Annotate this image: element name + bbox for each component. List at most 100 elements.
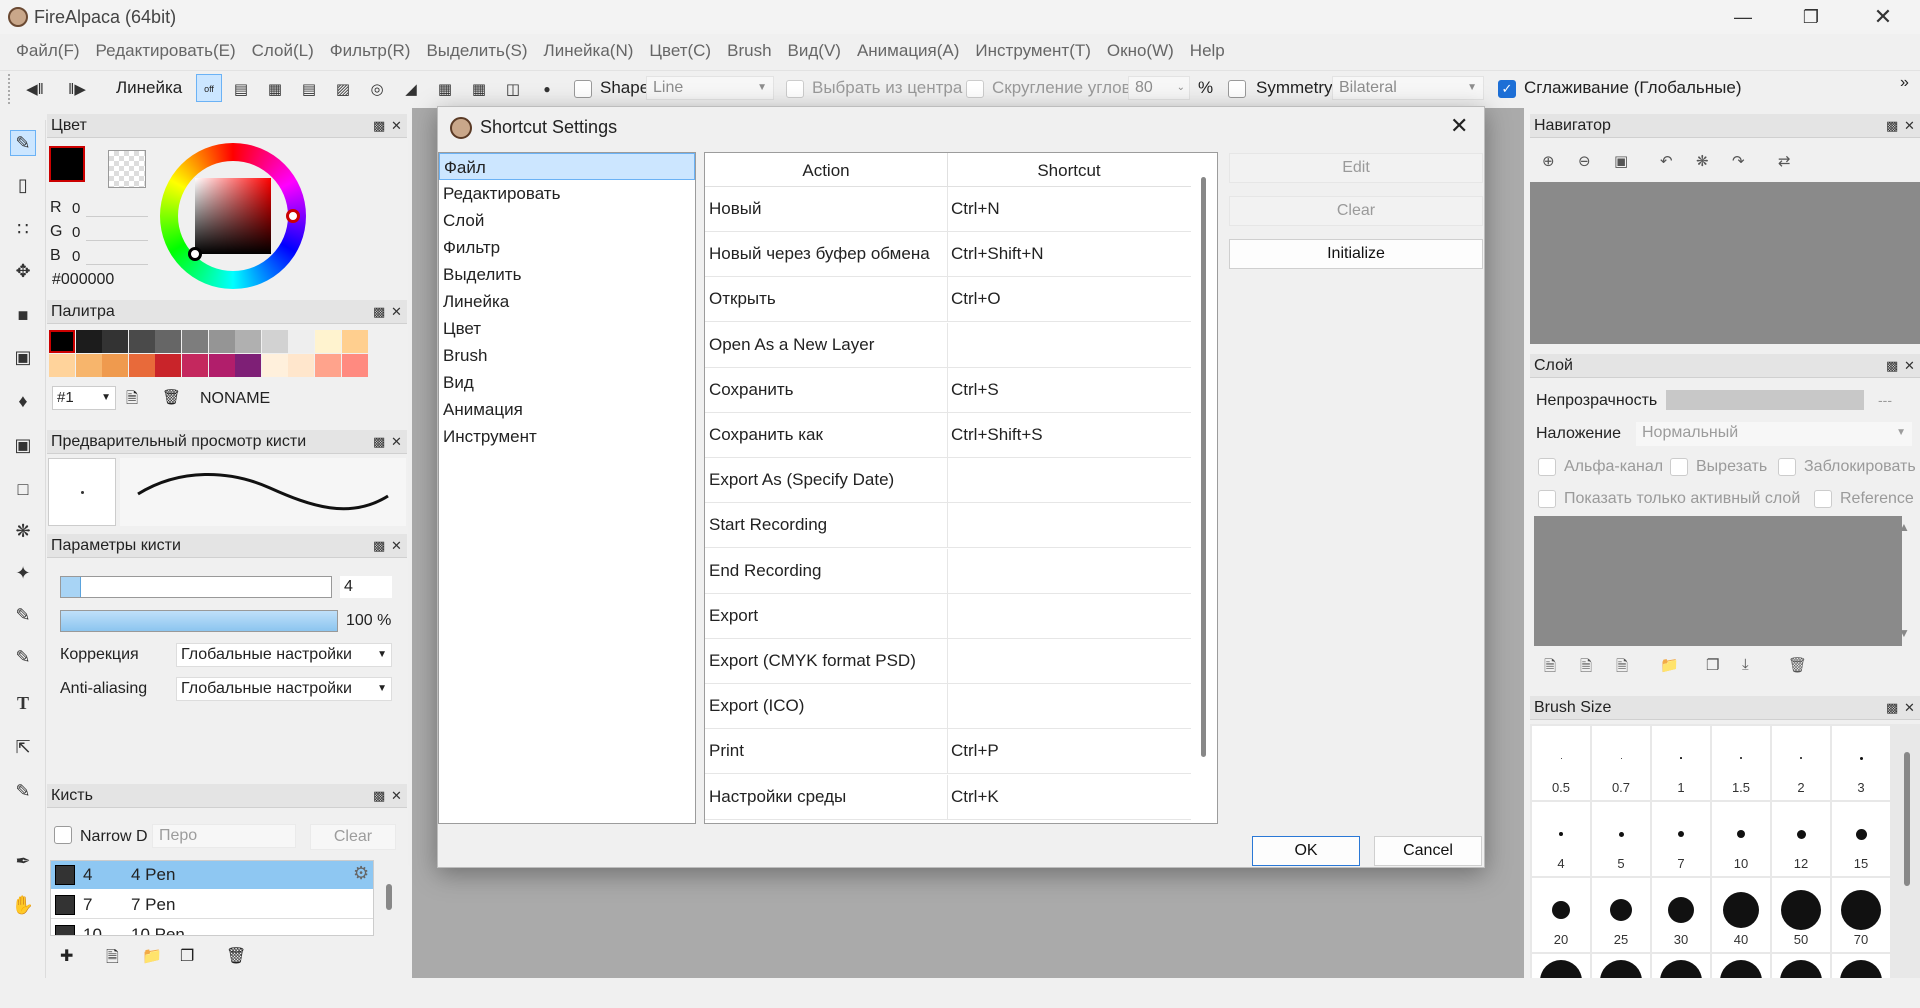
scroll-down-icon[interactable]: ▼ [1898, 626, 1910, 640]
close-icon[interactable]: ✕ [1852, 0, 1914, 34]
scroll-up-icon[interactable]: ▲ [1898, 520, 1910, 534]
redo-icon[interactable]: ‖▶ [66, 78, 88, 100]
brush-item-selected[interactable]: 4 4 Pen ⚙ [51, 861, 373, 889]
palette-swatch[interactable] [261, 330, 288, 353]
palette-swatch[interactable] [208, 354, 235, 377]
table-row[interactable]: Новый Ctrl+N [705, 187, 1191, 232]
close-panel-icon[interactable]: ✕ [391, 784, 402, 808]
symmetry-select[interactable]: Bilateral ▼ [1332, 76, 1484, 100]
palette-swatch[interactable] [288, 354, 315, 377]
brush-size-cell[interactable] [1592, 954, 1650, 978]
delete-layer-icon[interactable]: 🗑 [1788, 656, 1807, 674]
ruler-off-icon[interactable]: off [196, 74, 222, 102]
folder-icon[interactable]: 📁 [142, 946, 162, 966]
select-pen-tool-icon[interactable]: ✎ [10, 602, 36, 628]
float-icon[interactable]: ▩ [1886, 114, 1898, 138]
initialize-button[interactable]: Initialize [1229, 239, 1483, 269]
ruler-curve-icon[interactable]: ◢ [400, 78, 422, 100]
brush-item[interactable]: 10 10 Pen [51, 921, 373, 935]
palette-swatch[interactable] [128, 354, 155, 377]
palette-swatch[interactable] [235, 330, 262, 353]
palette-swatch[interactable] [75, 354, 102, 377]
select-tool-icon[interactable]: □ [10, 476, 36, 502]
table-row[interactable]: Настройки среды Ctrl+K [705, 774, 1191, 820]
brush-size-cell[interactable]: 1 [1652, 726, 1710, 800]
brush-size-cell[interactable]: 1.5 [1712, 726, 1770, 800]
magic-wand-tool-icon[interactable]: ✦ [10, 560, 36, 586]
brush-size-cell[interactable]: 20 [1532, 878, 1590, 952]
menu-filter[interactable]: Фильтр(R) [322, 38, 419, 64]
alpha-checkbox[interactable] [1538, 458, 1556, 476]
brush-search-input[interactable]: Перо [152, 824, 296, 848]
close-panel-icon[interactable]: ✕ [391, 534, 402, 558]
secondary-color-swatch[interactable] [108, 150, 146, 188]
palette-swatch[interactable] [288, 330, 315, 353]
float-icon[interactable]: ▩ [373, 534, 385, 558]
undo-icon[interactable]: ◀‖ [24, 78, 46, 100]
lasso-tool-icon[interactable]: ❋ [10, 518, 36, 544]
minimize-icon[interactable]: — [1712, 0, 1774, 34]
r-slider[interactable] [86, 216, 148, 217]
brush-size-cell[interactable]: 3 [1832, 726, 1890, 800]
table-scrollbar[interactable] [1201, 177, 1206, 757]
float-icon[interactable]: ▩ [1886, 354, 1898, 378]
bucket-tool-icon[interactable]: ♦ [10, 388, 36, 414]
delete-brush-icon[interactable]: 🗑 [226, 946, 246, 966]
column-shortcut[interactable]: Shortcut [947, 161, 1191, 181]
category-animation[interactable]: Анимация [439, 396, 695, 423]
new-palette-icon[interactable]: 🗎 [126, 388, 138, 413]
category-layer[interactable]: Слой [439, 207, 695, 234]
ok-button[interactable]: OK [1252, 836, 1360, 866]
shape-checkbox[interactable] [574, 80, 592, 98]
category-edit[interactable]: Редактировать [439, 180, 695, 207]
round-corners-input[interactable]: 80 ⌄ [1128, 76, 1190, 100]
table-row[interactable]: Export (CMYK format PSD) [705, 639, 1191, 684]
brush-size-cell[interactable]: 25 [1592, 878, 1650, 952]
toolbar-more-icon[interactable]: » [1900, 74, 1909, 92]
brush-opacity-slider[interactable] [60, 610, 338, 632]
float-icon[interactable]: ▩ [373, 114, 385, 138]
reference-checkbox[interactable] [1814, 490, 1832, 508]
palette-swatch[interactable] [208, 330, 235, 353]
duplicate-layer-icon[interactable]: ❐ [1706, 656, 1719, 674]
color-wheel[interactable] [160, 143, 306, 289]
palette-swatch[interactable] [102, 330, 129, 353]
duplicate-brush-icon[interactable]: ❐ [180, 946, 194, 966]
brush-size-cell[interactable]: 30 [1652, 878, 1710, 952]
select-eraser-tool-icon[interactable]: ✎ [10, 644, 36, 670]
brush-size-cell[interactable] [1712, 954, 1770, 978]
text-tool-icon[interactable]: T [10, 690, 36, 716]
menu-edit[interactable]: Редактировать(E) [88, 38, 244, 64]
brush-size-cell[interactable]: 4 [1532, 802, 1590, 876]
brush-clear-button[interactable]: Clear [310, 824, 396, 850]
edit-button[interactable]: Edit [1229, 153, 1483, 183]
menu-brush[interactable]: Brush [719, 38, 779, 64]
menu-select[interactable]: Выделить(S) [418, 38, 535, 64]
ruler-perspective-icon[interactable]: ▦ [434, 78, 456, 100]
palette-swatch[interactable] [182, 330, 208, 353]
smoothing-checkbox[interactable]: ✓ [1498, 80, 1516, 98]
menu-view[interactable]: Вид(V) [780, 38, 849, 64]
divide-tool-icon[interactable]: ✎ [10, 778, 36, 804]
menu-file[interactable]: Файл(F) [8, 38, 88, 64]
brush-size-cell[interactable] [1652, 954, 1710, 978]
palette-swatch[interactable] [341, 330, 368, 353]
float-icon[interactable]: ▩ [373, 300, 385, 324]
brush-opacity-value[interactable]: 100 % [346, 612, 391, 630]
brush-size-cell[interactable]: 5 [1592, 802, 1650, 876]
palette-swatch[interactable] [341, 354, 368, 377]
palette-slot-select[interactable]: #1 ▼ [52, 386, 116, 410]
gear-icon[interactable]: ⚙ [353, 863, 369, 884]
shape-select[interactable]: Line ▼ [646, 76, 774, 100]
palette-swatch[interactable] [49, 354, 75, 377]
table-row[interactable]: Открыть Ctrl+O [705, 277, 1191, 323]
operation-tool-icon[interactable]: ⇱ [10, 734, 36, 760]
reset-rotation-icon[interactable]: ❋ [1696, 152, 1709, 170]
g-value[interactable]: 0 [72, 224, 80, 241]
table-row[interactable]: Open As a New Layer [705, 322, 1191, 368]
cancel-button[interactable]: Cancel [1374, 836, 1482, 866]
ruler-circle-icon[interactable]: ◎ [366, 78, 388, 100]
menu-window[interactable]: Окно(W) [1099, 38, 1182, 64]
brush-size-scrollbar[interactable] [1904, 752, 1910, 886]
palette-swatch[interactable] [75, 330, 102, 353]
